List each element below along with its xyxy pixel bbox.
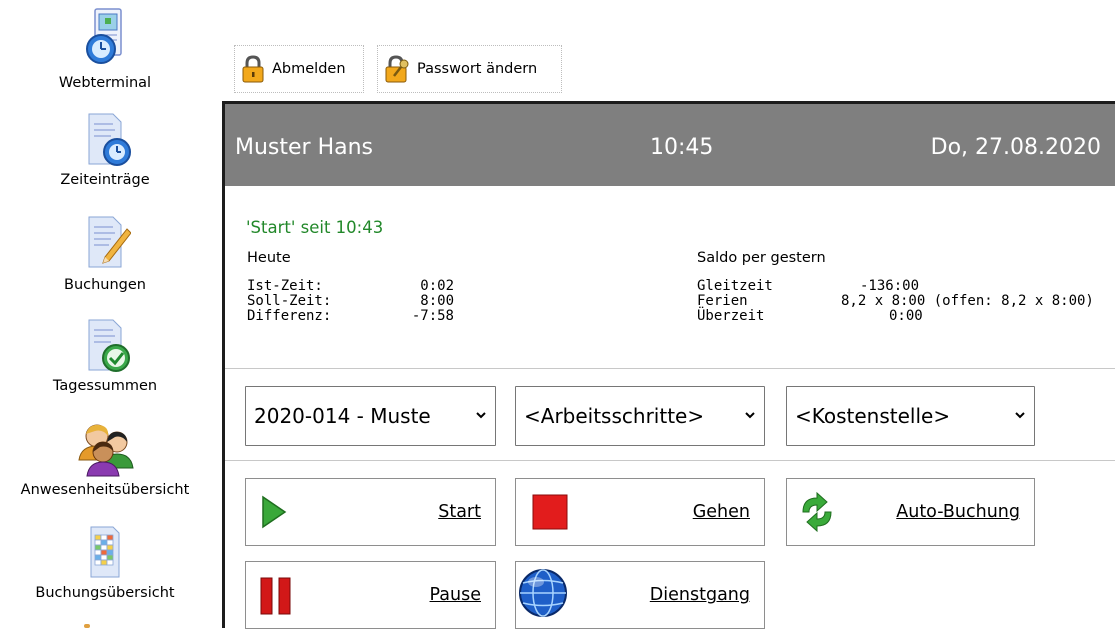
pause-label: Pause <box>429 585 481 605</box>
sidebar-item-daily-totals[interactable]: Tagessummen <box>0 318 210 394</box>
stop-icon <box>532 494 568 530</box>
booking-overview-icon <box>90 526 120 578</box>
sidebar-item-label: Zeiteinträge <box>60 172 150 188</box>
sidebar-item-label: Buchungsübersicht <box>35 585 175 601</box>
today-value-diff: -7:58 <box>411 308 454 324</box>
sidebar-item-time-entries[interactable]: Zeiteinträge <box>0 112 210 188</box>
status-section: 'Start' seit 10:43 Heute Ist-Zeit: Soll-… <box>225 186 1115 368</box>
pause-icon <box>260 577 291 615</box>
balance-label-ueberzeit: Überzeit <box>697 308 765 324</box>
auto-booking-label: Auto-Buchung <box>896 502 1020 522</box>
start-label: Start <box>438 502 481 522</box>
logout-label: Abmelden <box>272 61 346 77</box>
chevron-down-icon <box>476 412 486 419</box>
balance-value-ueberzeit: 0:00 <box>889 308 923 324</box>
today-label-soll: Soll-Zeit: <box>247 293 332 309</box>
pause-button[interactable]: Pause <box>245 561 496 629</box>
today-label-ist: Ist-Zeit: <box>247 278 323 294</box>
webterminal-icon <box>86 8 122 64</box>
divider <box>225 368 1115 369</box>
attendance-icon <box>78 424 134 477</box>
chevron-down-icon <box>1015 412 1025 419</box>
balance-value-ferien: 8,2 x 8:00 (offen: 8,2 x 8:00) <box>841 293 1094 309</box>
lock-icon <box>242 55 264 83</box>
sidebar-item-label: Tagessummen <box>52 378 158 394</box>
sidebar-item-booking-overview[interactable]: Buchungsübersicht <box>0 525 210 601</box>
today-title: Heute <box>247 250 291 266</box>
start-button[interactable]: Start <box>245 478 496 546</box>
daily-totals-icon <box>88 319 130 372</box>
sidebar-item-label: Webterminal <box>58 75 152 91</box>
change-password-label: Passwort ändern <box>417 61 538 77</box>
today-value-ist: 0:02 <box>420 278 454 294</box>
lock-key-icon <box>385 55 409 83</box>
business-trip-button[interactable]: Dienstgang <box>515 561 765 629</box>
leave-label: Gehen <box>692 502 750 522</box>
webterminal-panel: Muster Hans 10:45 Do, 27.08.2020 'Start'… <box>222 101 1115 629</box>
current-time: 10:45 <box>650 135 714 160</box>
today-value-soll: 8:00 <box>420 293 454 309</box>
sidebar-item-bookings[interactable]: Buchungen <box>0 215 210 293</box>
sidebar-item-label: Anwesenheitsübersicht <box>20 482 190 498</box>
current-date: Do, 27.08.2020 <box>930 135 1101 160</box>
balance-title: Saldo per gestern <box>697 250 826 266</box>
header-bar: Muster Hans 10:45 Do, 27.08.2020 <box>225 104 1115 186</box>
leave-button[interactable]: Gehen <box>515 478 765 546</box>
cost-center-select-value: <Kostenstelle> <box>795 404 951 428</box>
more-items-indicator <box>84 624 90 628</box>
balance-value-gleitzeit: -136:00 <box>860 278 920 294</box>
change-password-button[interactable]: Passwort ändern <box>377 45 562 93</box>
work-steps-select[interactable]: <Arbeitsschritte> <box>515 386 765 446</box>
work-steps-select-value: <Arbeitsschritte> <box>524 404 705 428</box>
project-select-value: 2020-014 - Muste <box>254 404 431 428</box>
bookings-icon <box>88 216 131 268</box>
cost-center-select[interactable]: <Kostenstelle> <box>786 386 1035 446</box>
sidebar-item-webterminal[interactable]: Webterminal <box>0 5 210 91</box>
balance-label-ferien: Ferien <box>697 293 748 309</box>
sidebar-item-attendance[interactable]: Anwesenheitsübersicht <box>0 420 210 498</box>
user-name: Muster Hans <box>235 135 374 160</box>
current-state: 'Start' seit 10:43 <box>246 218 384 237</box>
balance-label-gleitzeit: Gleitzeit <box>697 278 773 294</box>
refresh-icon <box>802 491 832 533</box>
project-select[interactable]: 2020-014 - Muste <box>245 386 496 446</box>
logout-button[interactable]: Abmelden <box>234 45 364 93</box>
today-label-diff: Differenz: <box>247 308 332 324</box>
time-entries-icon <box>88 113 131 166</box>
chevron-down-icon <box>745 412 755 419</box>
play-icon <box>262 495 287 529</box>
sidebar-item-label: Buchungen <box>64 277 146 293</box>
sidebar: Webterminal Zeiteinträge Buchungen Tages… <box>0 0 210 628</box>
auto-booking-button[interactable]: Auto-Buchung <box>786 478 1035 546</box>
globe-icon <box>519 569 567 617</box>
divider <box>225 460 1115 461</box>
business-trip-label: Dienstgang <box>649 585 750 605</box>
